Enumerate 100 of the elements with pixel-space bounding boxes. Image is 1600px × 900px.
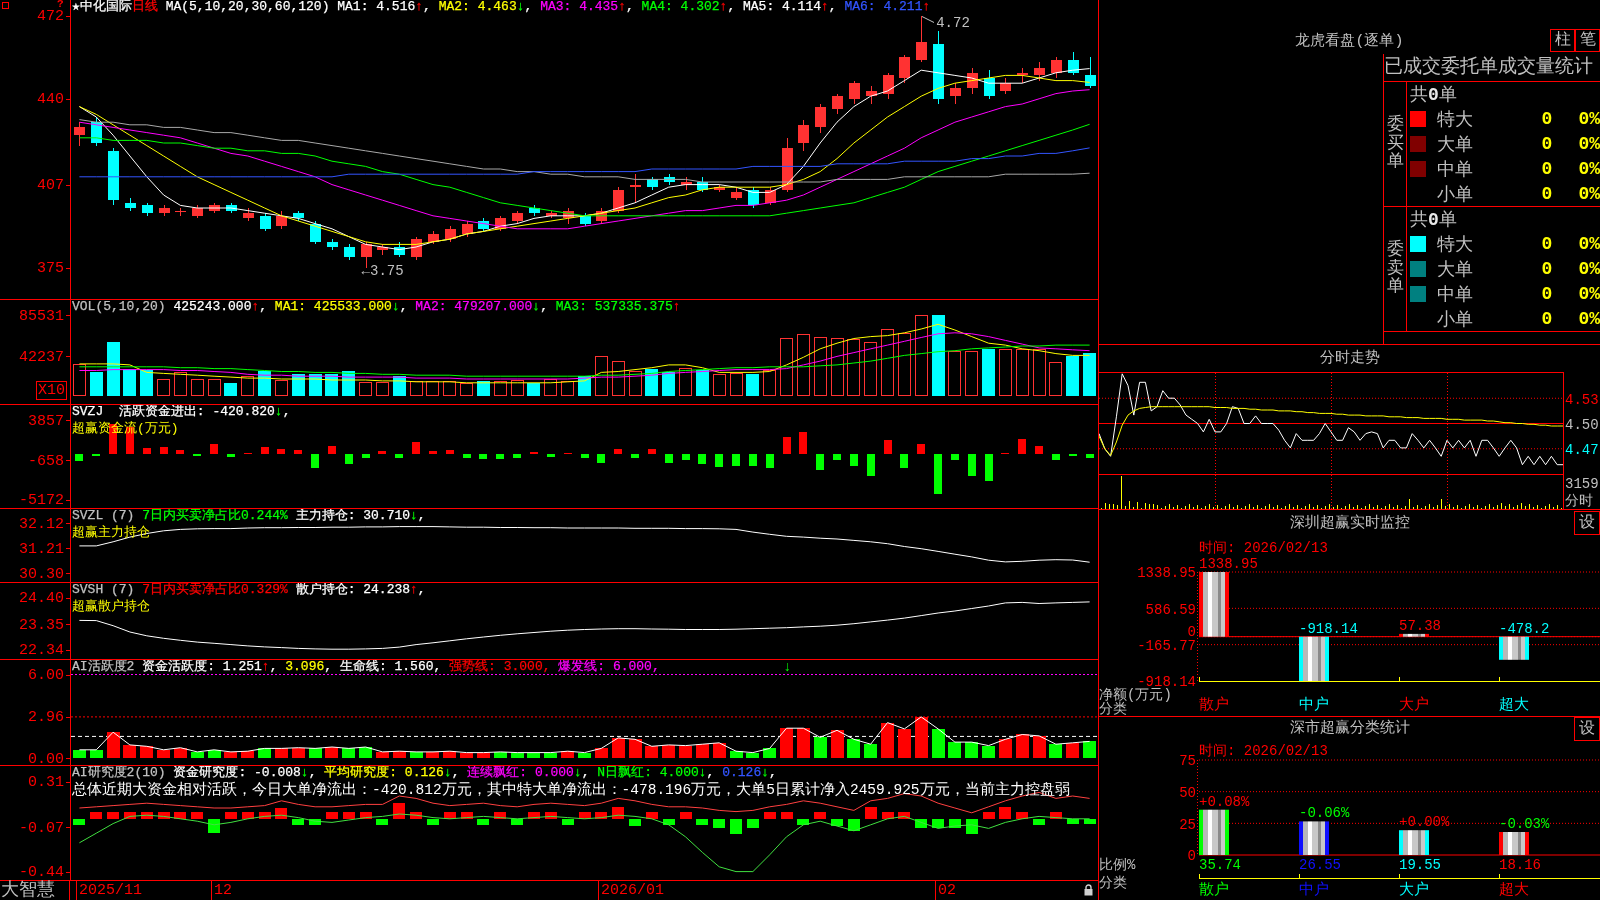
volume-bar <box>713 374 726 396</box>
volume-bar <box>376 382 389 396</box>
axis-label: 3159 <box>1565 477 1599 491</box>
volume-bar <box>746 374 759 396</box>
volume-bar <box>612 361 625 396</box>
research-bar <box>882 812 894 819</box>
volume-bar <box>662 372 675 396</box>
research-bar <box>191 812 203 819</box>
fund-flow-bar <box>799 432 807 454</box>
research-bar <box>360 812 372 819</box>
research-bar <box>309 819 321 825</box>
panel-title: 龙虎看盘(逐单) <box>1295 31 1404 52</box>
axis-label: 30.30 <box>19 566 64 583</box>
fund-flow-bar <box>311 454 319 468</box>
axis-label: 42237 <box>19 349 64 366</box>
volume-bar <box>275 380 288 396</box>
fund-flow-bar <box>176 450 184 454</box>
fund-flow-bar <box>227 454 235 457</box>
research-bar <box>646 812 658 819</box>
fund-flow-bar <box>294 450 302 454</box>
fund-flow-bar <box>496 454 504 459</box>
activity-bar <box>645 746 658 758</box>
category-label: 大户 <box>1399 883 1429 899</box>
axis-label: 472 <box>37 8 64 25</box>
order-share: 0% <box>1578 183 1600 204</box>
axis-label: 22.34 <box>19 643 64 660</box>
activity-bar <box>511 753 524 758</box>
activity-bar <box>629 739 642 758</box>
order-size-label: 特大 <box>1437 109 1473 132</box>
candle <box>967 67 978 95</box>
research-bar <box>141 812 153 819</box>
activity-bar <box>90 750 103 758</box>
order-size-label: 中单 <box>1437 283 1473 306</box>
candle <box>815 103 826 134</box>
activity-bar <box>73 750 86 758</box>
value-label: 35.74 <box>1199 858 1241 872</box>
fund-flow-bar <box>833 454 841 460</box>
fund-flow-bar <box>698 454 706 464</box>
candle <box>495 215 506 232</box>
activity-bar <box>191 752 204 758</box>
candle <box>293 210 304 222</box>
candle <box>1034 61 1045 82</box>
order-share: 0% <box>1578 109 1600 130</box>
side-label: 委卖单 <box>1386 240 1404 298</box>
fund-flow-bar <box>75 454 83 461</box>
fund-flow-bar <box>160 447 168 454</box>
fund-flow-bar <box>345 454 353 464</box>
research-bar <box>511 819 523 825</box>
volume-bar <box>224 383 237 396</box>
brand-label: 大智慧 <box>1 880 55 900</box>
candle <box>580 212 591 227</box>
candle <box>226 202 237 214</box>
timestamp-label: 时间: 2026/02/13 <box>1199 540 1328 556</box>
view-toggle-button[interactable]: 柱 <box>1550 29 1575 52</box>
candle <box>697 176 708 193</box>
summary-text: 总体近期大资金相对活跃，今日大单净流出：-420.812万元，其中特大单净流出：-478.196万元，大单5日累计净入2459.925万元，当前主力控盘弱 <box>72 782 1070 798</box>
candle <box>462 220 473 238</box>
volume-bar <box>780 338 793 396</box>
research-bar <box>781 812 793 819</box>
order-count: 0 <box>1541 308 1553 329</box>
order-share: 0% <box>1578 259 1600 279</box>
settings-button[interactable]: 设 <box>1574 717 1600 741</box>
settings-button[interactable]: 设 <box>1574 511 1600 535</box>
volume-bar <box>174 372 187 396</box>
category-label: 中户 <box>1299 698 1329 714</box>
volume-bar <box>982 349 995 396</box>
candle <box>108 147 119 206</box>
category-label: 散户 <box>1199 698 1229 714</box>
volume-bar <box>359 382 372 396</box>
indicator-legend: SVZJ 活跃资金进出: -420.820↓, <box>72 405 291 418</box>
fund-flow-bar <box>783 437 791 454</box>
research-bar <box>242 812 254 819</box>
activity-bar <box>746 753 759 758</box>
fund-flow-bar <box>968 454 976 476</box>
axis-label: 4.47 <box>1565 443 1599 458</box>
fund-flow-bar <box>934 454 942 494</box>
axis-label: 586.59 <box>1145 602 1196 617</box>
volume-bar <box>898 333 911 396</box>
research-bar <box>427 819 439 825</box>
activity-bar <box>494 752 507 758</box>
research-bar <box>831 819 843 826</box>
volume-bar <box>140 370 153 396</box>
fund-flow-bar <box>985 454 993 481</box>
category-bar <box>1499 832 1529 855</box>
view-toggle-button[interactable]: 笔 <box>1575 29 1600 52</box>
candle <box>596 207 607 225</box>
order-size-label: 特大 <box>1437 234 1473 257</box>
candle <box>613 186 624 214</box>
axis-label: 1338.95 <box>1137 566 1196 581</box>
activity-bar <box>1083 741 1096 758</box>
volume-bar <box>595 356 608 396</box>
activity-bar <box>578 753 591 758</box>
fund-flow-bar <box>429 451 437 454</box>
axis-label: 23.35 <box>19 617 64 634</box>
activity-bar <box>948 742 961 758</box>
volume-bar <box>157 379 170 396</box>
candle <box>377 243 388 256</box>
category-label: 散户 <box>1199 883 1229 899</box>
axis-label: 440 <box>37 92 64 109</box>
activity-bar <box>730 751 743 758</box>
